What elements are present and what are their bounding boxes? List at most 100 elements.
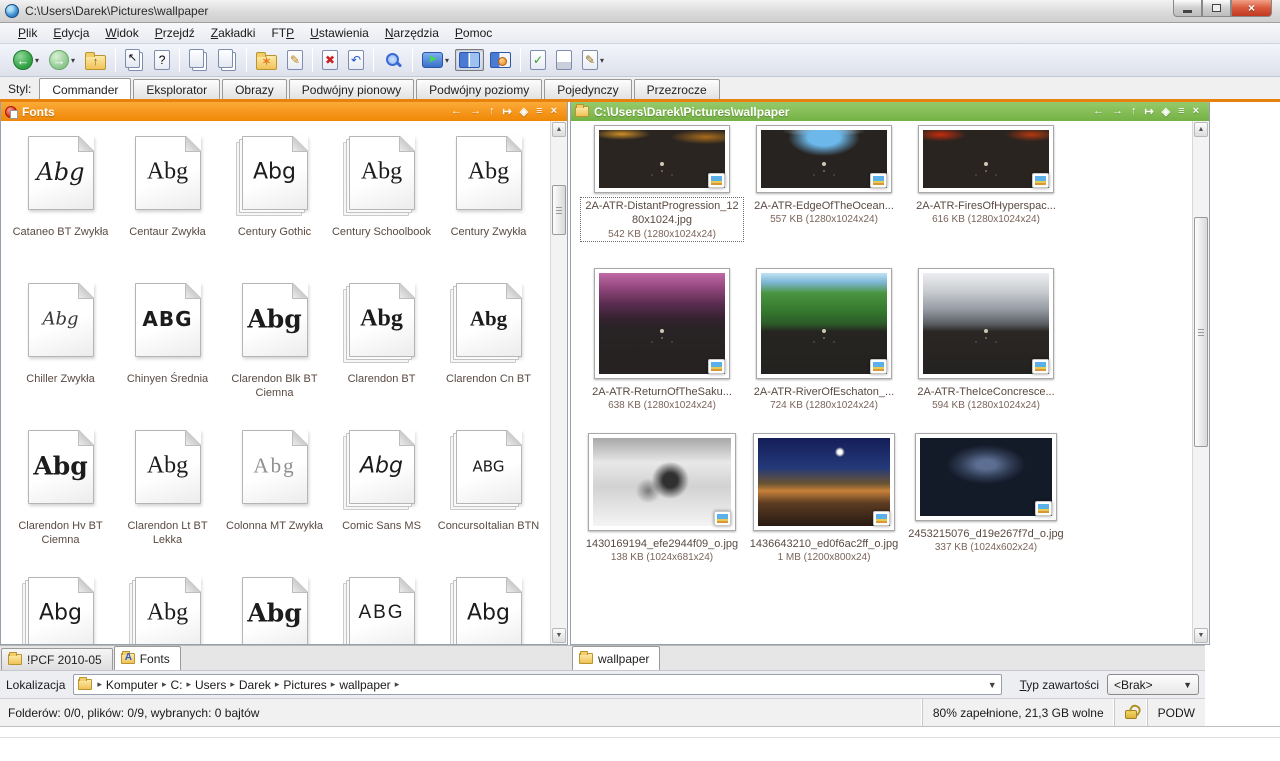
font-file-item[interactable]: AbgCentury Gothic — [221, 127, 328, 274]
nav-last-icon[interactable]: ↦ — [498, 105, 515, 118]
nav-back-icon[interactable]: ← — [1089, 105, 1108, 118]
image-file-item[interactable]: 2A-ATR-FiresOfHyperspac...616 KB (1280x1… — [905, 125, 1067, 241]
invert-selection-button[interactable]: ? — [150, 47, 174, 73]
menu-pomoc[interactable]: Pomoc — [447, 24, 500, 42]
font-file-item[interactable]: AbgClarendon Cn BT — [435, 274, 542, 421]
image-thumbnail[interactable] — [594, 125, 730, 193]
split-pane-icon[interactable]: ◈ — [516, 105, 532, 118]
close-button[interactable]: × — [1231, 0, 1272, 17]
close-pane-icon[interactable]: × — [1189, 105, 1203, 118]
scrollbar-thumb[interactable] — [552, 185, 566, 235]
nav-back-icon[interactable]: ← — [447, 105, 466, 118]
image-thumbnail[interactable] — [588, 433, 736, 531]
font-file-item[interactable]: AbgCataneo BT Zwykła — [7, 127, 114, 274]
image-thumbnail[interactable] — [594, 268, 730, 379]
right-pane-tab[interactable]: wallpaper — [572, 646, 660, 670]
target-pane-button[interactable]: ➤▾ — [418, 49, 453, 71]
image-file-item[interactable]: 2A-ATR-ReturnOfTheSaku...638 KB (1280x10… — [581, 268, 743, 412]
breadcrumb-item-pictures[interactable]: Pictures — [279, 678, 330, 692]
style-tab-podwójny-pionowy[interactable]: Podwójny pionowy — [289, 79, 414, 99]
split-pane-icon[interactable]: ◈ — [1158, 105, 1174, 118]
style-tab-podwójny-poziomy[interactable]: Podwójny poziomy — [416, 79, 542, 99]
checklist-button[interactable]: ✓ — [526, 47, 550, 73]
image-caption[interactable]: 2A-ATR-EdgeOfTheOcean...557 KB (1280x102… — [751, 198, 897, 226]
image-thumbnail[interactable] — [915, 433, 1057, 521]
breadcrumb-dropdown-icon[interactable]: ▼ — [988, 680, 997, 690]
style-tab-eksplorator[interactable]: Eksplorator — [133, 79, 220, 99]
restore-button[interactable] — [1202, 0, 1231, 17]
rename-button[interactable]: ✎ — [283, 47, 307, 73]
chevron-down-icon[interactable]: ▾ — [35, 56, 39, 65]
breadcrumb-item-darek[interactable]: Darek — [235, 678, 275, 692]
image-caption[interactable]: 2A-ATR-ReturnOfTheSaku...638 KB (1280x10… — [589, 384, 735, 412]
nav-last-icon[interactable]: ↦ — [1140, 105, 1157, 118]
menu-zakładki[interactable]: Zakładki — [203, 24, 264, 42]
right-pane-scrollbar[interactable]: ▲ ▼ — [1192, 121, 1209, 644]
menu-widok[interactable]: Widok — [97, 24, 146, 42]
copy-button[interactable] — [185, 46, 212, 74]
nav-forward-icon[interactable]: → — [1108, 105, 1127, 118]
image-caption[interactable]: 2A-ATR-TheIceConcresce...594 KB (1280x10… — [914, 384, 1057, 412]
pane-preview-view-button[interactable] — [486, 49, 515, 71]
breadcrumb-item-wallpaper[interactable]: wallpaper — [335, 678, 394, 692]
dual-pane-view-button[interactable] — [455, 49, 484, 71]
breadcrumb-item-users[interactable]: Users — [191, 678, 230, 692]
scroll-up-icon[interactable]: ▲ — [552, 122, 566, 137]
font-file-item[interactable]: AbgColonna MT Zwykła — [221, 421, 328, 568]
font-file-item[interactable]: Abg — [221, 568, 328, 644]
font-file-item[interactable]: AbgCentury Schoolbook — [328, 127, 435, 274]
font-file-item[interactable]: AbgClarendon Hv BT Ciemna — [7, 421, 114, 568]
image-caption[interactable]: 2A-ATR-RiverOfEschaton_...724 KB (1280x1… — [751, 384, 897, 412]
undo-button[interactable]: ↶ — [344, 47, 368, 73]
new-folder-button[interactable]: ✶ — [252, 47, 281, 73]
style-tab-obrazy[interactable]: Obrazy — [222, 79, 287, 99]
image-thumbnail[interactable] — [756, 268, 892, 379]
image-caption[interactable]: 1430169194_efe2944f09_o.jpg138 KB (1024x… — [583, 536, 741, 564]
edit-settings-button[interactable]: ✎▾ — [578, 47, 608, 73]
menu-plik[interactable]: Plik — [10, 24, 45, 42]
right-pane-content[interactable]: 2A-ATR-DistantProgression_1280x1024.jpg5… — [571, 121, 1192, 644]
font-file-item[interactable]: AbgClarendon Lt BT Lekka — [114, 421, 221, 568]
font-file-item[interactable]: AbgCentury Zwykła — [435, 127, 542, 274]
chevron-down-icon[interactable]: ▾ — [71, 56, 75, 65]
menu-ftp[interactable]: FTP — [263, 24, 302, 42]
left-pane-tab-fonts[interactable]: Fonts — [114, 646, 181, 670]
scroll-up-icon[interactable]: ▲ — [1194, 122, 1208, 137]
font-file-item[interactable]: AbgCentaur Zwykła — [114, 127, 221, 274]
split-view-button[interactable] — [552, 47, 576, 73]
font-file-item[interactable]: AbgClarendon Blk BT Ciemna — [221, 274, 328, 421]
duplicate-button[interactable] — [214, 46, 241, 74]
nav-up-icon[interactable]: ↑ — [1127, 105, 1141, 118]
menu-narzędzia[interactable]: Narzędzia — [377, 24, 447, 42]
font-file-item[interactable]: Abg — [114, 568, 221, 644]
font-file-item[interactable]: ABGChinyen Średnia — [114, 274, 221, 421]
select-all-button[interactable]: ↖ — [121, 46, 148, 74]
scrollbar-thumb[interactable] — [1194, 217, 1208, 447]
image-file-item[interactable]: 2A-ATR-DistantProgression_1280x1024.jpg5… — [581, 125, 743, 241]
delete-button[interactable]: ✖ — [318, 47, 342, 73]
scroll-down-icon[interactable]: ▼ — [552, 628, 566, 643]
search-button[interactable] — [379, 47, 407, 73]
image-thumbnail[interactable] — [918, 268, 1054, 379]
pane-menu-icon[interactable]: ≡ — [532, 105, 546, 118]
parent-folder-button[interactable]: ↑ — [81, 47, 110, 73]
minimize-button[interactable] — [1173, 0, 1202, 17]
style-tab-przezrocze[interactable]: Przezrocze — [634, 79, 720, 99]
image-caption[interactable]: 1436643210_ed0f6ac2ff_o.jpg1 MB (1200x80… — [747, 536, 901, 564]
scroll-down-icon[interactable]: ▼ — [1194, 628, 1208, 643]
font-file-item[interactable]: Abg — [7, 568, 114, 644]
font-file-item[interactable]: AbgClarendon BT — [328, 274, 435, 421]
forward-button[interactable]: →▾ — [45, 47, 79, 73]
left-pane-header[interactable]: Fonts ←→↑↦◈≡× — [1, 102, 567, 121]
image-caption[interactable]: 2A-ATR-FiresOfHyperspac...616 KB (1280x1… — [913, 198, 1059, 226]
image-file-item[interactable]: 2A-ATR-RiverOfEschaton_...724 KB (1280x1… — [743, 268, 905, 412]
left-pane-scrollbar[interactable]: ▲ ▼ — [550, 121, 567, 644]
left-pane-content[interactable]: AbgCataneo BT ZwykłaAbgCentaur ZwykłaAbg… — [1, 121, 550, 644]
layout-mode-badge[interactable]: PODW — [1147, 699, 1205, 726]
style-tab-commander[interactable]: Commander — [39, 78, 131, 99]
chevron-down-icon[interactable]: ▾ — [445, 56, 449, 65]
nav-up-icon[interactable]: ↑ — [485, 105, 499, 118]
menu-przejdź[interactable]: Przejdź — [147, 24, 203, 42]
image-file-item[interactable]: 1430169194_efe2944f09_o.jpg138 KB (1024x… — [581, 433, 743, 564]
breadcrumb-item-c[interactable]: C: — [166, 678, 186, 692]
